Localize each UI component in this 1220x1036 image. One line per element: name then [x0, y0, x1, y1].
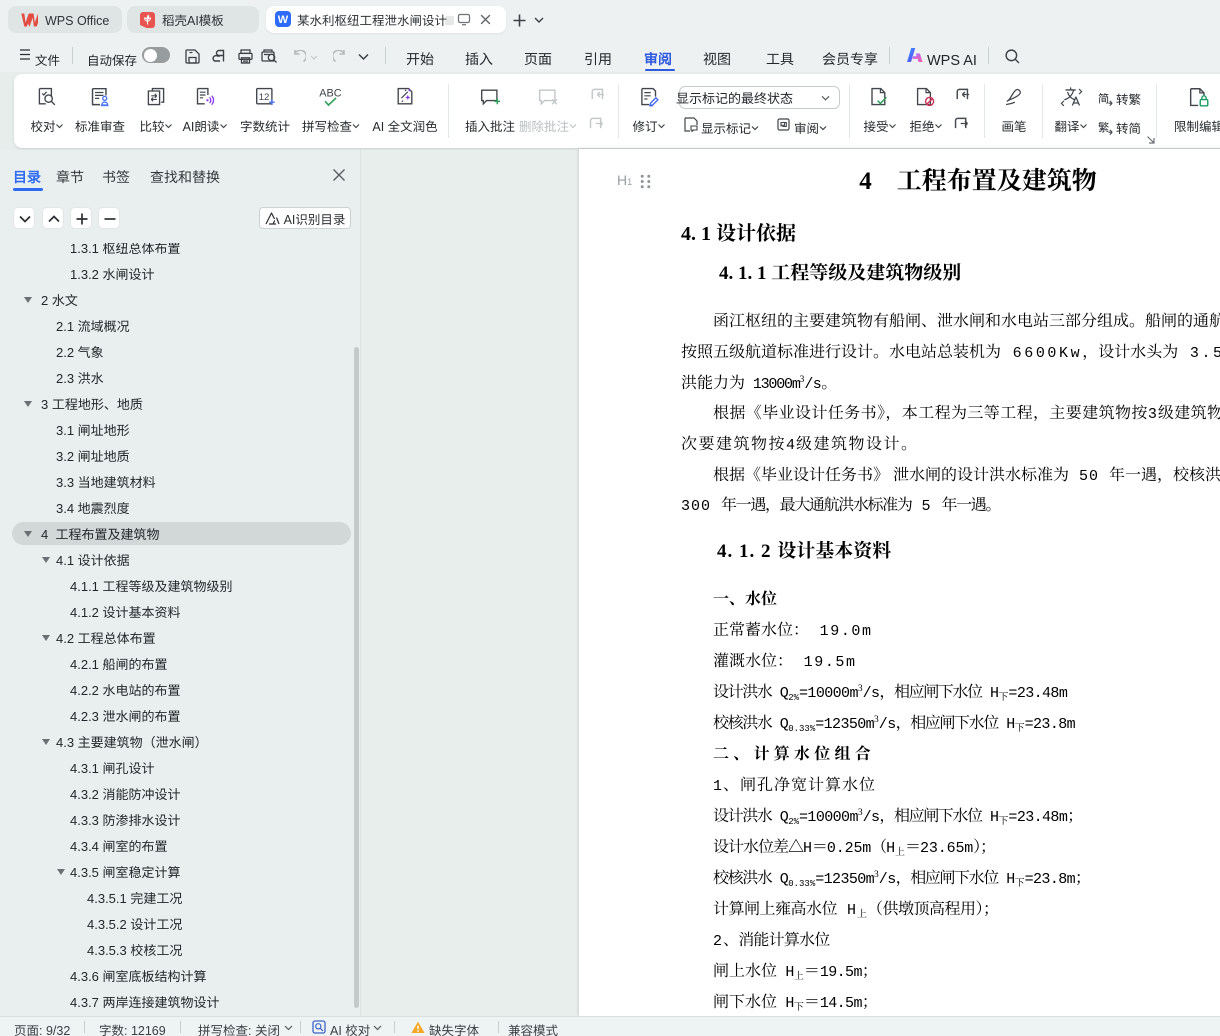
- svg-text:12: 12: [258, 92, 269, 103]
- svg-text:简: 简: [1098, 91, 1109, 106]
- svg-text:繁: 繁: [1098, 120, 1109, 135]
- svg-text:ABC: ABC: [319, 88, 342, 100]
